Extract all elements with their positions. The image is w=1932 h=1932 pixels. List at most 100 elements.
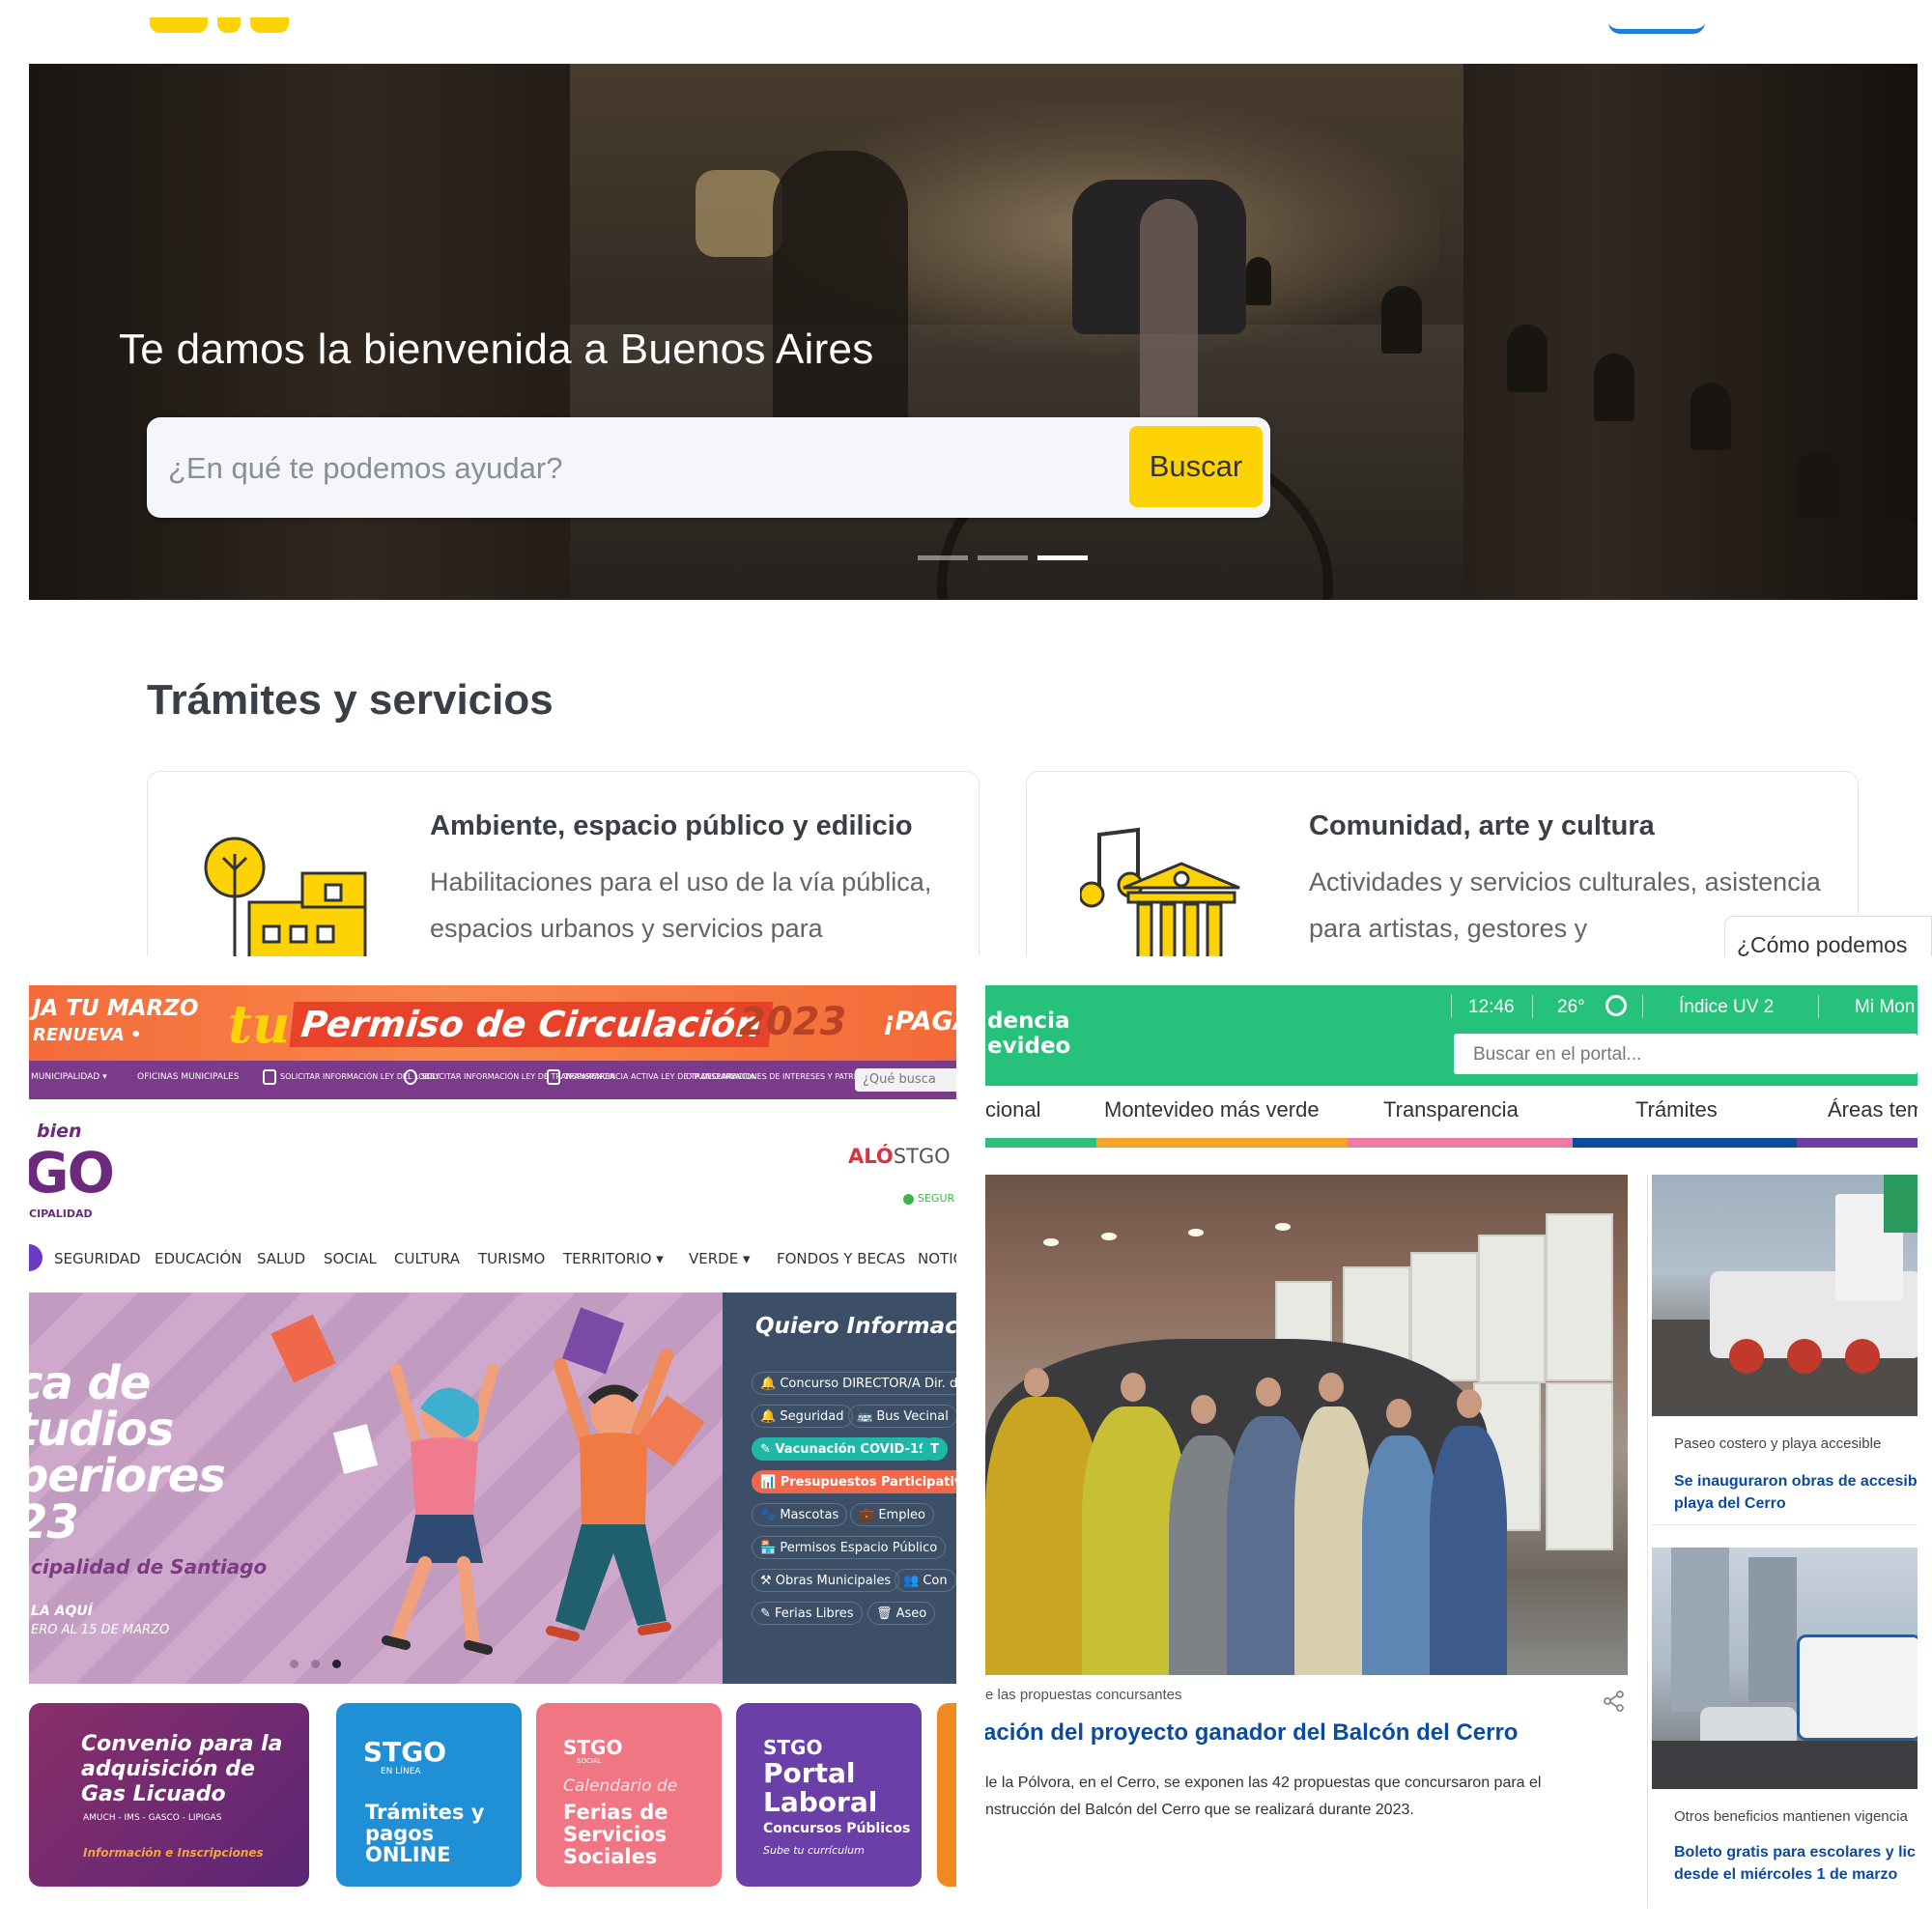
tree-building-icon xyxy=(204,837,367,956)
nav-item[interactable]: TERRITORIO ▾ xyxy=(563,1250,664,1267)
side-news-headline[interactable]: Boleto gratis para escolares y lic desde… xyxy=(1674,1841,1916,1886)
nav-underline xyxy=(1096,1138,1348,1148)
alo-stgo-link[interactable]: ALÓSTGO xyxy=(848,1145,951,1168)
news-headline[interactable]: ación del proyecto ganador del Balcón de… xyxy=(985,1719,1518,1747)
hero-title: ca de tudios periores 23 xyxy=(29,1356,226,1549)
info-chip[interactable]: 🐾 Mascotas xyxy=(752,1503,848,1526)
side-news-headline[interactable]: Se inauguraron obras de accesib playa de… xyxy=(1674,1470,1918,1515)
info-chip[interactable]: 🗑 Aseo xyxy=(867,1602,936,1625)
slider-dot-active[interactable] xyxy=(332,1660,341,1668)
info-chip[interactable]: ⚒ Obras Municipales xyxy=(752,1569,900,1592)
buenos-aires-panel: Te damos la bienvenida a Buenos Aires Bu… xyxy=(0,0,1932,956)
tile-tramites-online[interactable]: STGO EN LÍNEA Trámites y pagos ONLINE xyxy=(336,1703,522,1887)
news-main-photo[interactable] xyxy=(985,1175,1628,1675)
banner-cta: ¡PAGA xyxy=(883,1007,956,1037)
nav-item[interactable]: VERDE ▾ xyxy=(689,1250,751,1267)
carousel-dot[interactable] xyxy=(918,555,968,560)
mi-montevideo-link[interactable]: Mi Mon xyxy=(1855,997,1915,1018)
santiago-panel: JA TU MARZO RENUEVA • tu Permiso de Circ… xyxy=(29,985,956,1908)
sun-icon xyxy=(1605,995,1627,1016)
banner-text: JA TU MARZO xyxy=(33,996,199,1021)
gift-icon xyxy=(263,1069,276,1085)
service-card-ambiente[interactable]: Ambiente, espacio público y edilicio Hab… xyxy=(147,771,980,956)
nav-underline xyxy=(1348,1138,1573,1148)
nav-item[interactable]: Trámites xyxy=(1635,1097,1718,1122)
banner-text: RENUEVA • xyxy=(33,1025,142,1045)
info-title: Quiero Informació xyxy=(755,1314,956,1339)
portal-search xyxy=(1454,1034,1918,1074)
main-navigation: SEGURIDAD EDUCACIÓN SALUD SOCIAL CULTURA… xyxy=(29,1244,956,1273)
nav-item[interactable]: SEGURIDAD xyxy=(54,1250,141,1267)
hero-title: Te damos la bienvenida a Buenos Aires xyxy=(119,326,874,373)
nav-item[interactable]: TURISMO xyxy=(478,1250,545,1267)
santiago-logo[interactable]: GO xyxy=(29,1140,115,1206)
nav-item[interactable]: SOCIAL xyxy=(324,1250,377,1267)
banner-year: 2023 xyxy=(739,1000,847,1044)
info-chip[interactable]: ✎ Ferias Libres xyxy=(752,1602,863,1625)
home-icon[interactable] xyxy=(29,1244,43,1271)
share-icon[interactable] xyxy=(1604,1690,1625,1712)
info-icon xyxy=(404,1069,417,1085)
tile-gas-licuado[interactable]: Convenio para la adquisición de Gas Licu… xyxy=(29,1703,309,1887)
help-chat-widget[interactable]: ¿Cómo podemos xyxy=(1724,916,1932,956)
hero-slider[interactable]: ca de tudios periores 23 cipalidad de Sa… xyxy=(29,1293,723,1684)
nav-item[interactable]: Áreas tem xyxy=(1828,1097,1918,1122)
info-chip[interactable]: 🔔 Seguridad xyxy=(752,1405,853,1428)
ba-login-button[interactable] xyxy=(1608,15,1705,34)
nav-item[interactable]: NOTIC xyxy=(918,1250,956,1267)
search-input[interactable] xyxy=(1471,1039,1900,1070)
topnav-item-municipalidad[interactable]: MUNICIPALIDAD ▾ xyxy=(31,1072,107,1082)
nav-item[interactable]: cional xyxy=(985,1097,1040,1122)
info-chip[interactable]: T xyxy=(922,1437,948,1461)
current-time: 12:46 xyxy=(1468,997,1515,1017)
student-illustration xyxy=(382,1364,498,1655)
carousel-dot-active[interactable] xyxy=(1037,555,1088,560)
montevideo-logo[interactable]: dencia evideo xyxy=(987,1009,1070,1059)
info-chip-presupuestos[interactable]: 📊 Presupuestos Participativos xyxy=(752,1470,956,1493)
promo-banner[interactable]: JA TU MARZO RENUEVA • tu Permiso de Circ… xyxy=(29,985,956,1061)
nav-item[interactable]: Montevideo más verde xyxy=(1104,1097,1320,1122)
info-chip[interactable]: 🚌 Bus Vecinal xyxy=(848,1405,956,1428)
nav-item[interactable]: CULTURA xyxy=(394,1250,460,1267)
nav-item[interactable]: FONDOS Y BECAS xyxy=(777,1250,905,1267)
nav-item[interactable]: EDUCACIÓN xyxy=(155,1250,242,1267)
nav-item[interactable]: SALUD xyxy=(257,1250,305,1267)
news-summary: le la Pólvora, en el Cerro, se exponen l… xyxy=(985,1775,1542,1818)
side-news-caption: Paseo costero y playa accesible xyxy=(1674,1435,1882,1452)
music-museum-icon xyxy=(1080,827,1240,956)
whatsapp-link[interactable]: SEGUR xyxy=(903,1192,954,1205)
carousel-indicators xyxy=(918,555,1092,561)
nav-item[interactable]: Transparencia xyxy=(1383,1097,1519,1122)
info-chip[interactable]: 👥 Con xyxy=(895,1569,956,1592)
banner-tu: tu xyxy=(228,993,291,1055)
card-title: Ambiente, espacio público y edilicio xyxy=(430,810,913,841)
slider-dot[interactable] xyxy=(290,1660,298,1668)
hero-apply: LA AQUÍ xyxy=(31,1604,93,1619)
ba-logo[interactable] xyxy=(150,0,290,35)
info-chip-vacunacion[interactable]: ✎ Vacunación COVID-19 xyxy=(752,1437,937,1461)
topnav-item-dip[interactable]: DIP DECLARACIONES DE INTERESES Y PATRIMO… xyxy=(686,1072,883,1081)
temperature: 26° xyxy=(1557,997,1585,1017)
nav-underline xyxy=(1797,1138,1918,1148)
card-title: Comunidad, arte y cultura xyxy=(1309,810,1655,841)
hero-search-bar: Buscar xyxy=(147,417,1270,518)
carousel-dot[interactable] xyxy=(978,555,1028,560)
document-icon xyxy=(547,1069,560,1085)
tile-ferias-servicios[interactable]: STGO SOCIAL Calendario de Ferias de Serv… xyxy=(536,1703,722,1887)
quick-info-panel: Quiero Informació 🔔 Concurso DIRECTOR/A … xyxy=(723,1293,956,1684)
topnav-search-input[interactable]: ¿Qué busca xyxy=(855,1068,956,1092)
tile-portal-laboral[interactable]: STGO Portal Laboral Concursos Públicos S… xyxy=(736,1703,922,1887)
tile-partial[interactable] xyxy=(937,1703,956,1887)
topnav-item-oficinas[interactable]: OFICINAS MUNICIPALES xyxy=(137,1072,239,1082)
student-illustration xyxy=(546,1349,673,1641)
nav-underline xyxy=(1573,1138,1797,1148)
search-input[interactable] xyxy=(166,437,1059,500)
info-chip[interactable]: 🏪 Permisos Espacio Público xyxy=(752,1536,947,1559)
slider-dot[interactable] xyxy=(311,1660,320,1668)
side-news-photo[interactable] xyxy=(1652,1175,1918,1416)
info-chip[interactable]: 💼 Empleo xyxy=(850,1503,935,1526)
search-button[interactable]: Buscar xyxy=(1129,426,1263,507)
photo-caption: e las propuestas concursantes xyxy=(985,1687,1182,1703)
side-news-photo[interactable] xyxy=(1652,1548,1918,1789)
info-chip[interactable]: 🔔 Concurso DIRECTOR/A Dir. de xyxy=(752,1372,956,1395)
